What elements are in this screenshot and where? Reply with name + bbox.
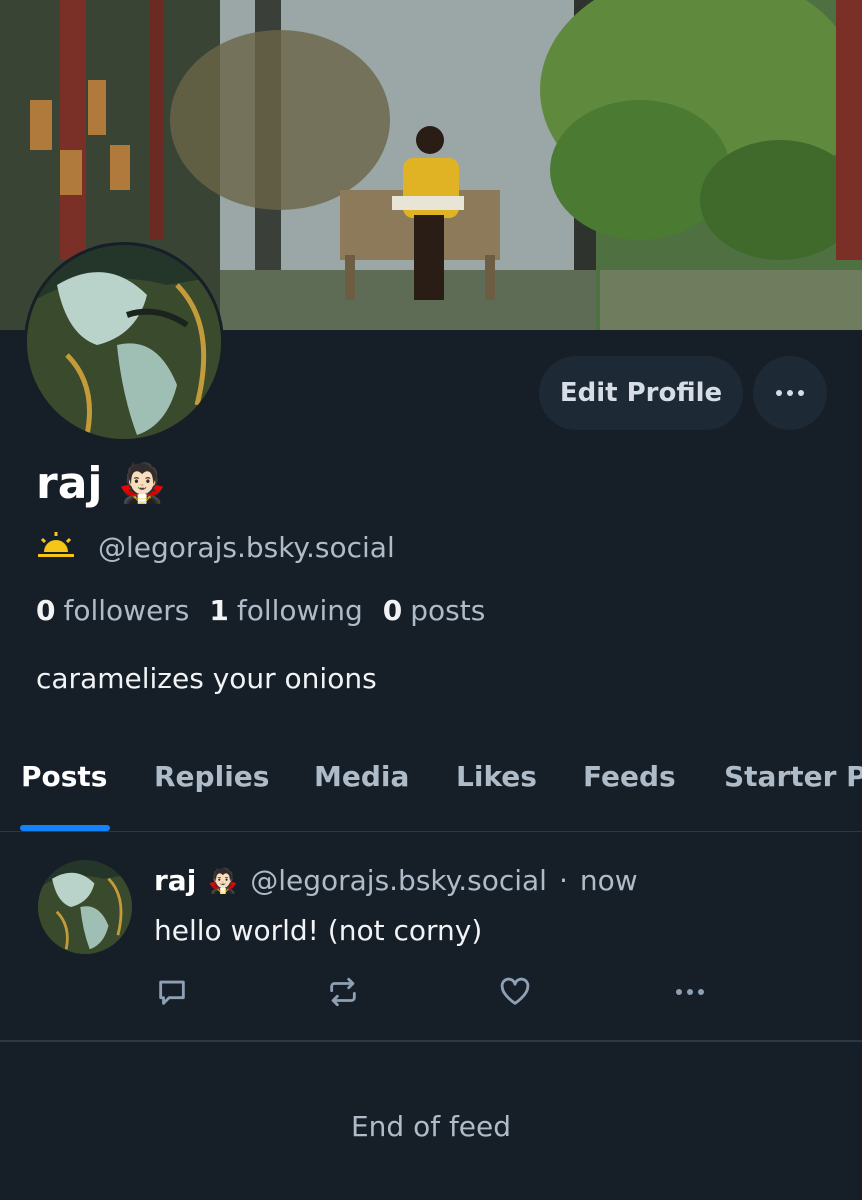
- profile-handle-row: @legorajs.bsky.social: [36, 530, 395, 565]
- following-stat[interactable]: 1 following: [209, 594, 362, 627]
- tab-media[interactable]: Media: [314, 760, 409, 793]
- profile-stats: 0 followers 1 following 0 posts: [36, 594, 485, 627]
- reply-icon: [159, 980, 185, 1005]
- post-avatar-image: [38, 860, 132, 954]
- profile-avatar[interactable]: [24, 242, 224, 442]
- tab-likes[interactable]: Likes: [456, 760, 537, 793]
- reply-button[interactable]: [152, 972, 192, 1012]
- posts-stat: 0 posts: [382, 594, 486, 627]
- end-of-feed-label: End of feed: [350, 1110, 512, 1143]
- post-author-handle[interactable]: @legorajs.bsky.social: [250, 864, 547, 897]
- post-timestamp[interactable]: now: [580, 864, 638, 897]
- post-header: raj 🧛🏻 @legorajs.bsky.social · now: [154, 864, 638, 897]
- active-tab-indicator: [20, 825, 110, 831]
- post-author-emoji: 🧛🏻: [208, 866, 239, 895]
- post-author-avatar[interactable]: [38, 860, 132, 954]
- profile-tabs: Posts Replies Media Likes Feeds Starter …: [0, 740, 862, 832]
- post-more-button[interactable]: [670, 972, 710, 1012]
- tab-posts[interactable]: Posts: [21, 760, 107, 793]
- tab-starter-packs[interactable]: Starter P: [724, 760, 862, 793]
- followers-stat[interactable]: 0 followers: [36, 594, 189, 627]
- tab-replies[interactable]: Replies: [154, 760, 269, 793]
- profile-more-button[interactable]: [753, 356, 827, 430]
- profile-handle[interactable]: @legorajs.bsky.social: [98, 531, 395, 564]
- edit-profile-button[interactable]: Edit Profile: [539, 356, 743, 430]
- post-text: hello world! (not corny): [154, 914, 483, 947]
- ellipsis-icon: [776, 390, 804, 396]
- avatar-image: [27, 245, 221, 439]
- sunrise-icon: [36, 530, 76, 565]
- like-button[interactable]: [495, 972, 535, 1012]
- repost-icon: [330, 977, 356, 1007]
- vampire-emoji-icon: 🧛🏻: [118, 461, 166, 505]
- tab-feeds[interactable]: Feeds: [583, 760, 676, 793]
- heart-icon: [500, 977, 530, 1005]
- repost-button[interactable]: [323, 972, 363, 1012]
- display-name-text: raj: [36, 458, 103, 509]
- feed-post[interactable]: raj 🧛🏻 @legorajs.bsky.social · now hello…: [0, 832, 862, 1042]
- post-author-name[interactable]: raj: [154, 864, 196, 897]
- post-separator: ·: [558, 864, 568, 897]
- ellipsis-icon: [676, 989, 704, 995]
- profile-bio: caramelizes your onions: [36, 662, 377, 695]
- profile-display-name: raj 🧛🏻: [36, 458, 166, 509]
